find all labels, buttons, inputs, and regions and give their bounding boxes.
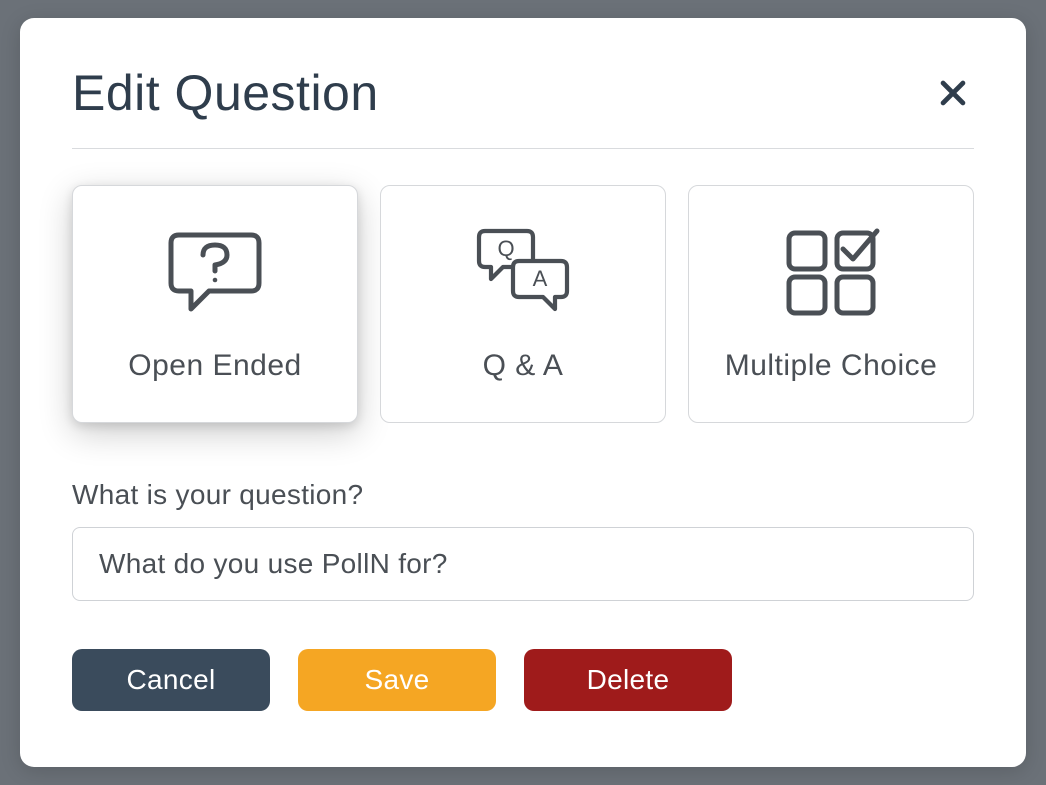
type-card-open-ended[interactable]: Open Ended	[72, 185, 358, 423]
type-label: Q & A	[483, 349, 564, 383]
svg-text:A: A	[533, 266, 548, 291]
type-card-multiple-choice[interactable]: Multiple Choice	[688, 185, 974, 423]
close-button[interactable]	[932, 72, 974, 114]
svg-text:Q: Q	[497, 236, 514, 261]
type-label: Open Ended	[128, 349, 301, 383]
save-button[interactable]: Save	[298, 649, 496, 711]
qa-bubbles-icon: Q A	[473, 225, 573, 317]
type-card-qa[interactable]: Q A Q & A	[380, 185, 666, 423]
question-input[interactable]	[72, 527, 974, 601]
checkbox-grid-icon	[781, 225, 881, 317]
modal-title: Edit Question	[72, 64, 379, 122]
question-field-block: What is your question?	[72, 479, 974, 601]
modal-header: Edit Question	[72, 64, 974, 149]
speech-bubble-question-icon	[165, 225, 265, 317]
delete-button[interactable]: Delete	[524, 649, 732, 711]
cancel-button[interactable]: Cancel	[72, 649, 270, 711]
close-icon	[936, 76, 970, 110]
question-type-grid: Open Ended Q A Q & A	[72, 185, 974, 423]
question-input-label: What is your question?	[72, 479, 974, 511]
edit-question-modal: Edit Question Open Ended	[20, 18, 1026, 767]
type-label: Multiple Choice	[725, 349, 938, 383]
modal-actions: Cancel Save Delete	[72, 649, 974, 711]
